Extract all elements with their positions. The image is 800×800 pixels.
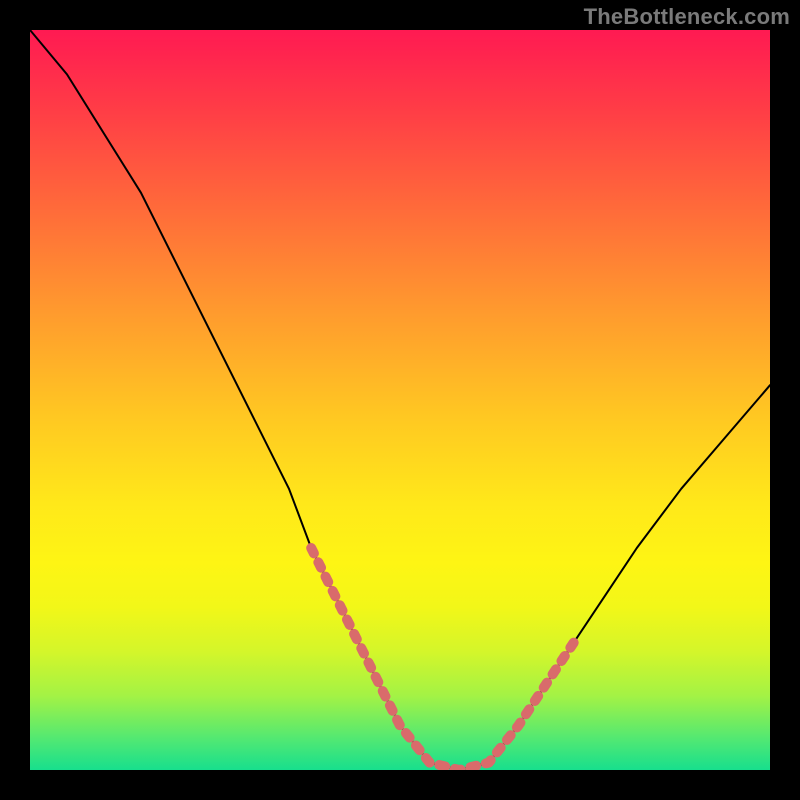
watermark-text: TheBottleneck.com bbox=[584, 4, 790, 30]
highlight-dots bbox=[311, 548, 577, 770]
curve-svg bbox=[30, 30, 770, 770]
plot-area bbox=[30, 30, 770, 770]
chart-frame: TheBottleneck.com bbox=[0, 0, 800, 800]
bottleneck-curve bbox=[30, 30, 770, 770]
